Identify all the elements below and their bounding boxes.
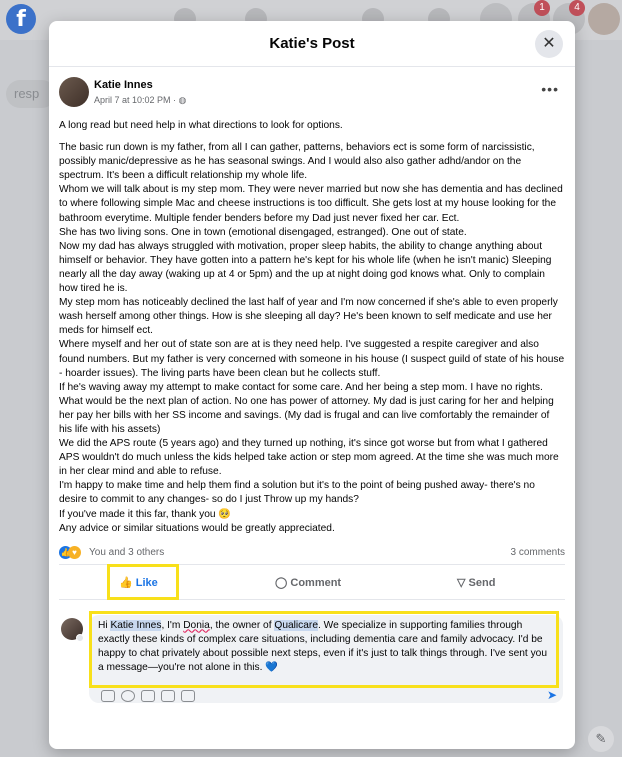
gif-icon[interactable]	[161, 689, 175, 702]
comment-text-part: , the owner of	[209, 619, 275, 631]
post-paragraph: If you've made it this far, thank you 🥺	[59, 508, 232, 520]
dialog-title: Katie's Post	[269, 35, 355, 52]
post-timestamp[interactable]: April 7 at 10:02 PM · ◍	[94, 95, 186, 106]
reactions-summary[interactable]: You and 3 others	[89, 547, 164, 558]
post-paragraph: Any advice or similar situations would b…	[59, 522, 335, 534]
post-date-text: April 7 at 10:02 PM ·	[94, 95, 179, 105]
close-icon: ✕	[542, 35, 556, 52]
post-lead: A long read but need help in what direct…	[59, 120, 343, 131]
commenter-name: Donia	[183, 619, 210, 631]
close-button[interactable]: ✕	[535, 30, 563, 58]
mention-katie[interactable]: Katie Innes	[110, 619, 162, 631]
reaction-icons[interactable]: 👍 ♥	[59, 545, 85, 560]
send-label: Send	[468, 576, 496, 589]
comment-label: Comment	[290, 576, 342, 589]
thumbs-up-icon: 👍	[119, 576, 133, 589]
post-paragraph: My step mom has noticeably declined the …	[59, 297, 558, 337]
dialog-header: Katie's Post ✕	[49, 21, 575, 67]
author-name[interactable]: Katie Innes	[94, 79, 153, 91]
facebook-logo-icon[interactable]: f	[6, 4, 36, 34]
post-paragraph: Now my dad has always struggled with mot…	[59, 240, 552, 295]
avatar-sticker-icon[interactable]	[101, 689, 115, 702]
post-header: Katie Innes April 7 at 10:02 PM · ◍ •••	[49, 75, 575, 119]
more-options-icon[interactable]: •••	[541, 81, 559, 97]
post-paragraph: Where myself and her out of state son ar…	[59, 339, 565, 379]
send-button[interactable]: ▽ Send	[457, 569, 495, 597]
submit-comment-icon[interactable]: ➤	[547, 688, 557, 702]
comment-tools	[101, 689, 201, 704]
company-name: Qualicare	[274, 619, 318, 631]
post-paragraph: If he's waving away my attempt to make c…	[59, 381, 554, 435]
post-paragraph: We did the APS route (5 years ago) and t…	[59, 438, 559, 478]
comment-button[interactable]: ◯ Comment	[275, 569, 341, 597]
sticker-icon[interactable]	[181, 689, 195, 702]
comment-bubble-icon: ◯	[275, 576, 288, 589]
profile-avatar[interactable]	[588, 3, 620, 35]
new-message-icon[interactable]: ✎	[588, 726, 614, 752]
post-paragraph: I'm happy to make time and help them fin…	[59, 480, 535, 506]
commenter-switch-icon[interactable]	[76, 633, 84, 642]
like-label: Like	[135, 576, 158, 589]
notifications-badge: 4	[569, 0, 585, 16]
post-paragraph: Whom we will talk about is my step mom. …	[59, 184, 563, 224]
post-actions: 👍 Like ◯ Comment ▽ Send	[59, 563, 565, 600]
post-paragraph: She has two living sons. One in town (em…	[59, 226, 467, 238]
emoji-icon[interactable]	[121, 689, 135, 702]
send-arrow-icon: ▽	[457, 576, 466, 589]
post-dialog: Katie's Post ✕ Katie Innes April 7 at 10…	[49, 21, 575, 749]
globe-icon: ◍	[178, 95, 187, 105]
comment-greeting: Hi	[98, 619, 111, 631]
comments-count[interactable]: 3 comments	[511, 547, 565, 558]
like-button[interactable]: 👍 Like	[119, 569, 158, 597]
camera-icon[interactable]	[141, 689, 155, 702]
care-reaction-icon: ♥	[68, 545, 81, 559]
comment-text-part: , I'm	[161, 619, 184, 631]
reactions-bar: 👍 ♥ You and 3 others 3 comments	[49, 542, 575, 564]
post-body: A long read but need help in what direct…	[49, 119, 575, 536]
post-paragraph: The basic run down is my father, from al…	[59, 142, 535, 182]
author-avatar[interactable]	[59, 77, 89, 107]
messenger-badge: 1	[534, 0, 550, 16]
comment-input[interactable]: Hi Katie Innes, I'm Donia, the owner of …	[89, 610, 559, 688]
